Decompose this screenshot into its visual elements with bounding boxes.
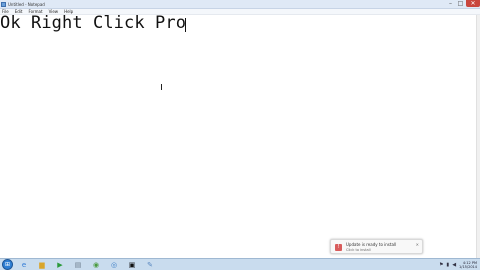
update-notification[interactable]: ! Update is ready to install Click to in… <box>330 239 423 254</box>
close-icon[interactable]: ✕ <box>416 242 419 247</box>
network-icon[interactable]: ▮ <box>446 262 449 268</box>
media-player-icon[interactable]: ▶ <box>53 260 67 270</box>
notification-subtitle: Click to install <box>346 248 371 252</box>
ibeam-cursor-icon <box>161 84 162 90</box>
minimize-button[interactable]: – <box>446 0 455 7</box>
clock-date: 1/15/2014 <box>459 264 477 269</box>
vertical-scrollbar[interactable] <box>476 15 480 258</box>
text-caret <box>185 18 186 32</box>
document-icon[interactable]: ▤ <box>71 260 85 270</box>
windows-start-icon[interactable]: ⊞ <box>2 259 13 270</box>
notepad-taskbar-icon[interactable]: ✎ <box>143 260 157 270</box>
title-bar[interactable]: Untitled - Notepad – □ ✕ <box>0 0 480 9</box>
system-tray: ⚑ ▮ ◀ 4:12 PM 1/15/2014 <box>439 259 480 270</box>
warning-icon: ! <box>335 244 342 251</box>
editor-text[interactable]: Ok Right Click Pro <box>0 15 186 32</box>
clock[interactable]: 4:12 PM 1/15/2014 <box>459 261 477 269</box>
folder-icon[interactable]: ▆ <box>35 260 49 270</box>
window-title: Untitled - Notepad <box>8 2 45 7</box>
chrome-icon[interactable]: ◎ <box>107 260 121 270</box>
flag-icon[interactable]: ⚑ <box>439 262 443 268</box>
green-app-icon[interactable]: ◉ <box>89 260 103 270</box>
internet-explorer-icon[interactable]: e <box>17 260 31 270</box>
cmd-icon[interactable]: ▣ <box>125 260 139 270</box>
window-controls: – □ ✕ <box>445 0 480 8</box>
notepad-icon <box>1 2 6 7</box>
volume-icon[interactable]: ◀ <box>452 262 456 268</box>
close-button[interactable]: ✕ <box>466 0 480 7</box>
maximize-button[interactable]: □ <box>456 0 465 7</box>
taskbar: ⊞ e ▆ ▶ ▤ ◉ ◎ ▣ ✎ ⚑ ▮ ◀ 4:12 PM 1/15/201… <box>0 258 480 270</box>
text-editor-area[interactable]: Ok Right Click Pro <box>0 15 476 258</box>
notification-title: Update is ready to install <box>346 242 397 247</box>
